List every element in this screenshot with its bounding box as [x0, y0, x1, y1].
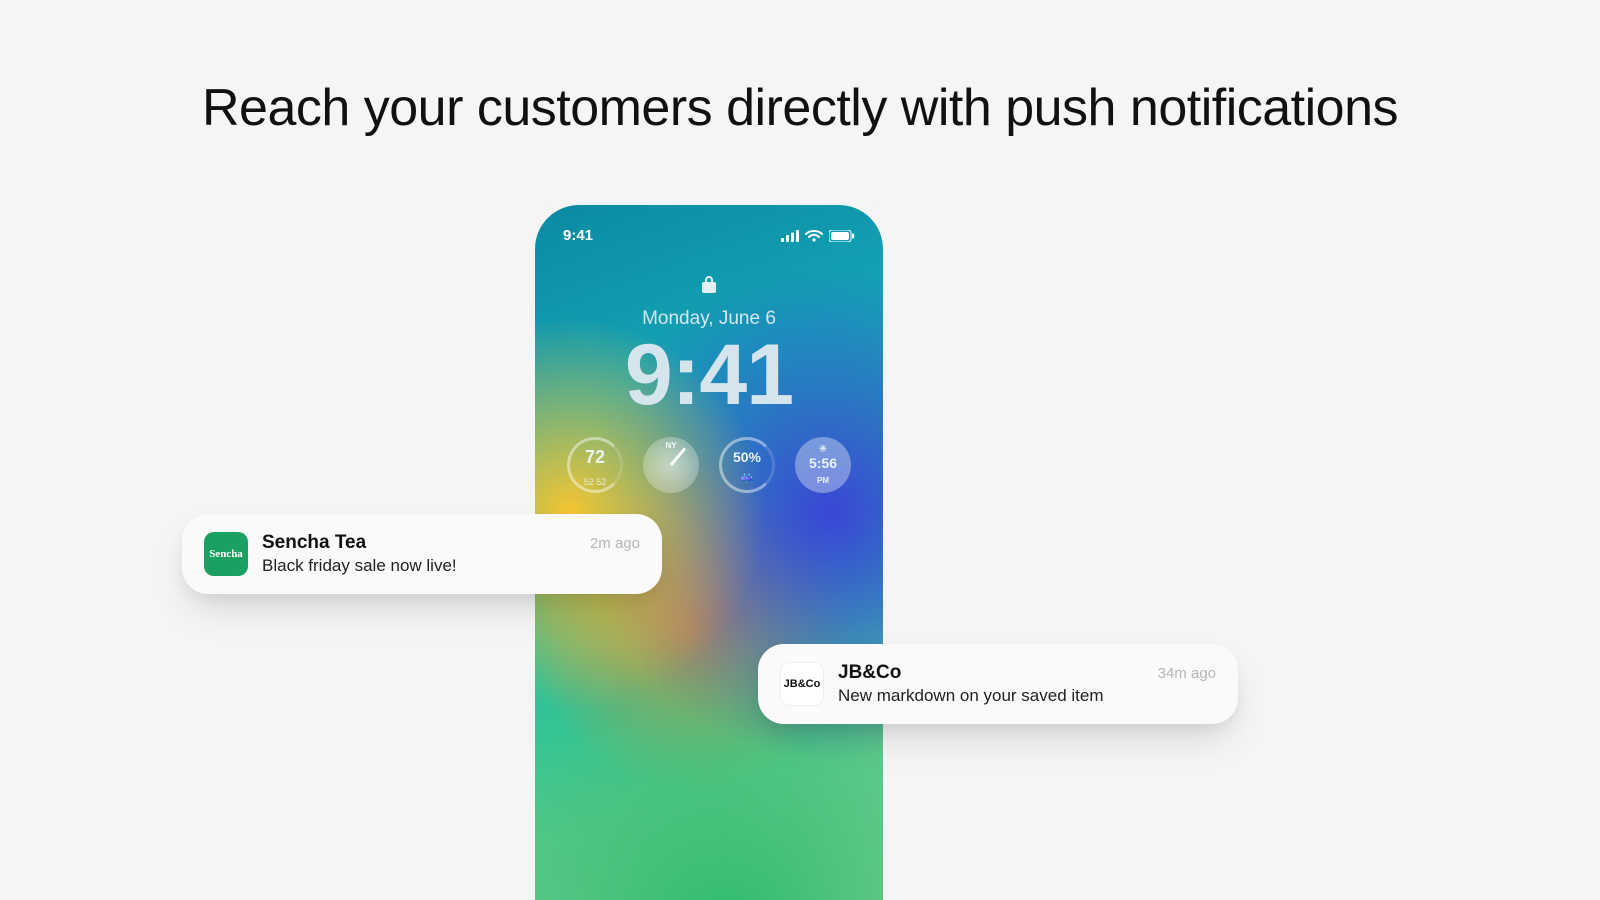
widget-compass [643, 437, 699, 493]
page-headline: Reach your customers directly with push … [0, 78, 1600, 138]
widget-clock-period: PM [795, 476, 851, 485]
status-icons [781, 230, 855, 242]
lockscreen-widgets: 72 52 52 50% ☔ ☀ 5:56 PM [535, 437, 883, 493]
status-time: 9:41 [563, 227, 593, 244]
umbrella-icon: ☔ [719, 473, 775, 487]
battery-icon [829, 230, 855, 242]
status-bar: 9:41 [535, 227, 883, 244]
notification-body: Black friday sale now live! [262, 556, 640, 576]
app-icon-jbco: JB&Co [780, 662, 824, 706]
notification-card[interactable]: Sencha Sencha Tea 2m ago Black friday sa… [182, 514, 662, 594]
notification-timestamp: 34m ago [1158, 665, 1216, 682]
notification-title: JB&Co [838, 662, 901, 684]
widget-humidity: 50% ☔ [719, 437, 775, 493]
widget-humidity-value: 50% [719, 449, 775, 465]
sun-icon: ☀ [795, 444, 851, 455]
lock-area: Monday, June 6 9:41 [535, 275, 883, 418]
wifi-icon [805, 230, 823, 242]
widget-clock-time: 5:56 [795, 455, 851, 471]
app-icon-sencha: Sencha [204, 532, 248, 576]
cellular-icon [781, 230, 799, 242]
notification-timestamp: 2m ago [590, 535, 640, 552]
notification-title: Sencha Tea [262, 532, 366, 554]
widget-weather-temp: 72 [567, 447, 623, 468]
widget-world-clock: ☀ 5:56 PM [795, 437, 851, 493]
widget-weather-lowhi: 52 52 [567, 477, 623, 487]
notification-body: New markdown on your saved item [838, 686, 1216, 706]
widget-weather: 72 52 52 [567, 437, 623, 493]
notification-card[interactable]: JB&Co JB&Co 34m ago New markdown on your… [758, 644, 1238, 724]
lock-icon [702, 280, 716, 297]
lock-clock: 9:41 [535, 332, 883, 418]
